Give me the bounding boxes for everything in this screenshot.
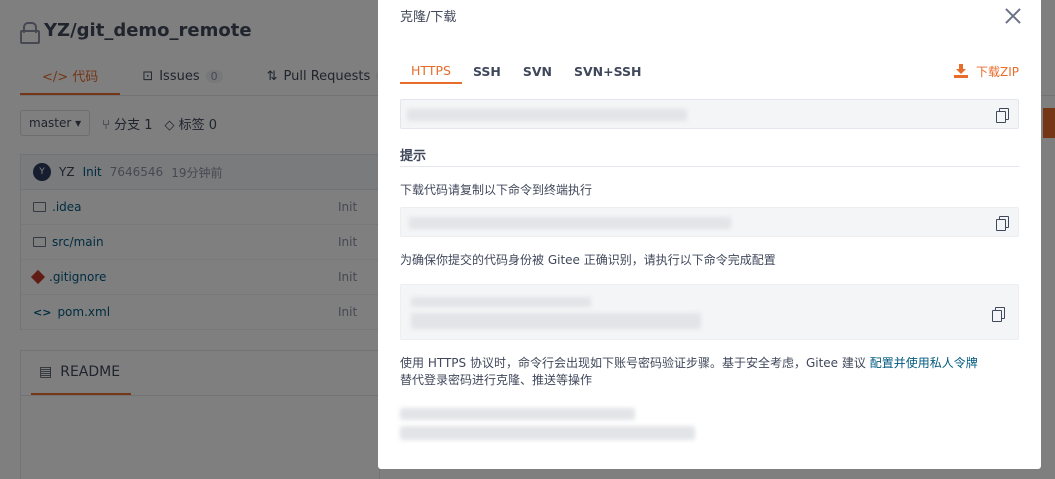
redacted-url — [407, 109, 687, 121]
download-icon — [954, 64, 968, 78]
hint-heading: 提示 — [400, 149, 427, 164]
tab-svn-ssh[interactable]: SVN+SSH — [563, 58, 653, 84]
hint-clone-text: 下载代码请复制以下命令到终端执行 — [400, 183, 593, 197]
hint-https-prefix: 使用 HTTPS 协议时，命令行会出现如下账号密码验证步骤。基于安全考虑，Git… — [400, 356, 870, 370]
download-zip-button[interactable]: 下载ZIP — [954, 58, 1019, 84]
modal-title: 克隆/下载 — [400, 10, 457, 25]
redacted-auth-line — [400, 408, 635, 420]
clone-download-modal: 克隆/下载 HTTPS SSH SVN SVN+SSH 下载ZIP 提示 下载代… — [378, 0, 1041, 469]
divider — [400, 166, 1019, 167]
redacted-config-line — [411, 297, 591, 307]
close-icon[interactable] — [1003, 6, 1023, 26]
protocol-tabs: HTTPS SSH SVN SVN+SSH 下载ZIP — [400, 58, 1019, 84]
tab-ssh[interactable]: SSH — [462, 58, 512, 84]
config-command-box[interactable] — [400, 284, 1019, 340]
redacted-auth-line — [400, 426, 695, 440]
copy-icon[interactable] — [996, 216, 1009, 231]
tab-svn[interactable]: SVN — [512, 58, 563, 84]
tab-https[interactable]: HTTPS — [400, 58, 462, 84]
redacted-command — [409, 217, 731, 229]
redacted-config-line — [411, 313, 701, 329]
hint-https-text: 使用 HTTPS 协议时，命令行会出现如下账号密码验证步骤。基于安全考虑，Git… — [400, 355, 1025, 389]
personal-token-link[interactable]: 配置并使用私人令牌 — [870, 356, 978, 370]
copy-icon[interactable] — [996, 108, 1009, 123]
download-zip-label: 下载ZIP — [976, 64, 1019, 79]
copy-icon[interactable] — [992, 307, 1005, 322]
clone-command-box[interactable] — [400, 207, 1019, 237]
hint-config-text: 为确保你提交的代码身份被 Gitee 正确识别，请执行以下命令完成配置 — [400, 253, 776, 267]
hint-https-suffix: 替代登录密码进行克隆、推送等操作 — [400, 373, 593, 387]
clone-url-field[interactable] — [400, 99, 1019, 129]
